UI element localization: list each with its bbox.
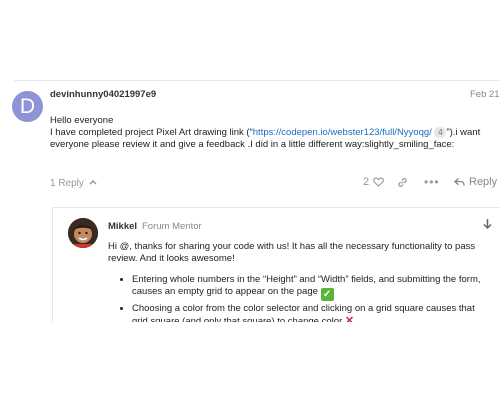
more-options-button[interactable]: ••• xyxy=(424,175,440,189)
arrow-down-icon xyxy=(483,219,492,230)
checklist-item: Entering whole numbers in the “Height” a… xyxy=(132,274,488,301)
check-mark-icon: ✓ xyxy=(320,288,334,301)
post-username[interactable]: devinhunny04021997e9 xyxy=(50,89,156,100)
like-button[interactable]: 2 xyxy=(363,176,385,188)
post-content: Hello everyone I have completed project … xyxy=(50,115,495,151)
link-click-count-badge: 4 xyxy=(434,127,447,138)
reply-label: Reply xyxy=(469,176,498,188)
post-greeting: Hello everyone xyxy=(50,115,114,126)
likes-count: 2 xyxy=(363,176,370,188)
blank-area xyxy=(0,322,500,400)
reply-arrow-icon xyxy=(454,177,465,186)
top-divider xyxy=(14,80,500,81)
post-date[interactable]: Feb 21 xyxy=(470,89,500,100)
review-checklist: Entering whole numbers in the “Height” a… xyxy=(108,274,488,328)
jump-to-post-button[interactable] xyxy=(483,219,492,232)
post-text-before-link: I have completed project Pixel Art drawi… xyxy=(50,127,253,138)
mentor-title: Forum Mentor xyxy=(142,221,202,232)
replies-label: 1 Reply xyxy=(50,178,84,189)
reply-button[interactable]: Reply xyxy=(454,176,497,188)
chevron-up-icon xyxy=(89,179,97,185)
checklist-item-text: Entering whole numbers in the “Height” a… xyxy=(132,274,481,297)
replies-toggle[interactable]: 1 Reply xyxy=(50,178,97,189)
mentor-avatar[interactable] xyxy=(68,218,98,248)
mentor-photo xyxy=(68,218,98,248)
heart-icon xyxy=(373,177,385,187)
post-paragraph: I have completed project Pixel Art drawi… xyxy=(50,127,495,151)
link-icon xyxy=(398,178,407,187)
mentor-intro: Hi @, thanks for sharing your code with … xyxy=(108,241,476,264)
codepen-link[interactable]: https://codepen.io/webster123/full/Nyyoq… xyxy=(253,127,432,138)
ellipsis-icon: ••• xyxy=(424,175,440,189)
mentor-username[interactable]: Mikkel xyxy=(108,221,137,232)
copy-link-button[interactable] xyxy=(397,177,408,191)
user-avatar[interactable]: D xyxy=(12,91,43,122)
mentor-reply-content: Hi @, thanks for sharing your code with … xyxy=(108,241,488,330)
post-controls: 1 Reply 2 ••• Reply xyxy=(50,175,500,192)
